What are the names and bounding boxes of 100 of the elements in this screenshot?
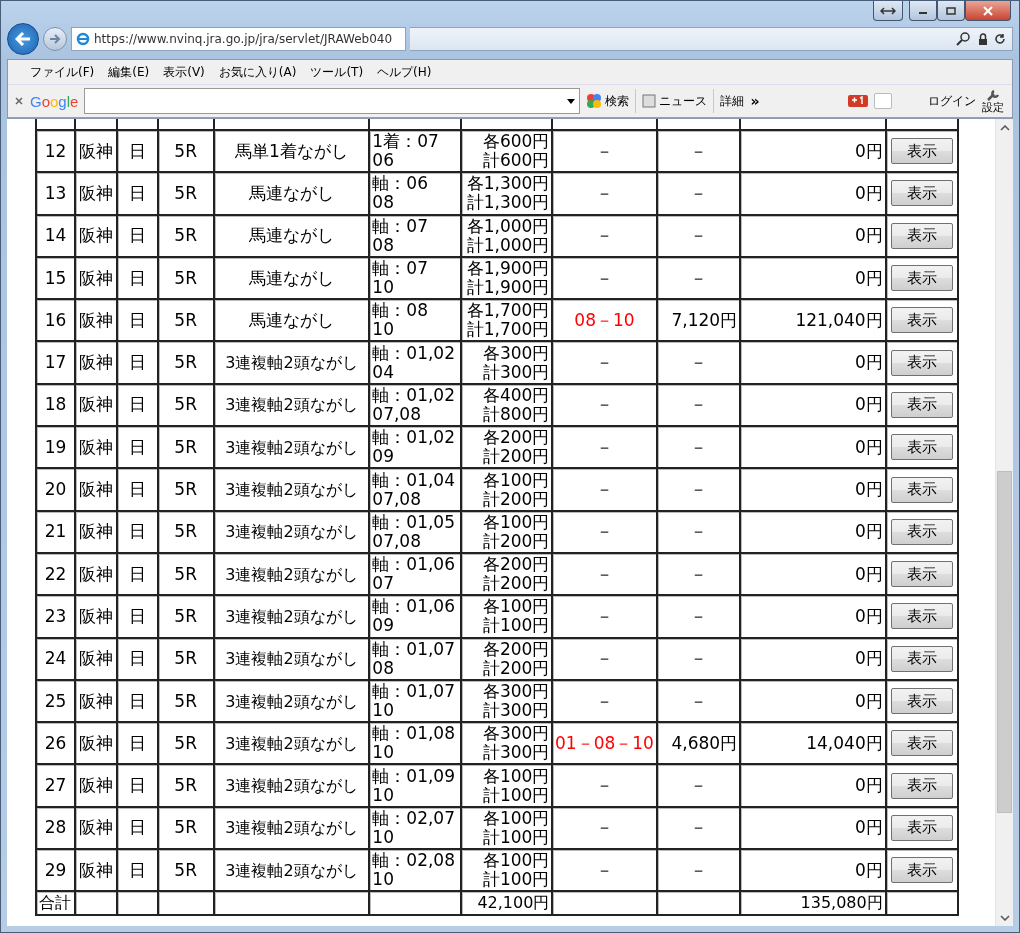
details-button[interactable]: 詳細	[720, 92, 745, 110]
lock-icon	[978, 33, 988, 45]
table-cell: 23	[37, 596, 77, 639]
table-cell: －	[657, 553, 742, 597]
scrollbar-thumb[interactable]	[997, 471, 1012, 813]
table-cell: 阪神	[76, 638, 118, 681]
table-cell: 各100円 計100円	[461, 596, 554, 639]
table-cell: 軸：01,02 04	[370, 342, 462, 385]
show-button[interactable]: 表示	[890, 434, 953, 461]
table-cell: 阪神	[76, 765, 118, 808]
show-button[interactable]: 表示	[890, 857, 953, 884]
show-button[interactable]: 表示	[890, 391, 953, 418]
google-logo: Google	[30, 92, 79, 110]
show-button[interactable]: 表示	[890, 603, 953, 630]
table-cell: 5R	[158, 173, 215, 216]
show-button[interactable]: 表示	[890, 307, 953, 334]
close-icon[interactable]	[14, 96, 24, 106]
table-cell: 0円	[741, 511, 887, 554]
table-cell: 各200円 計200円	[461, 553, 554, 597]
back-button[interactable]	[7, 23, 39, 55]
table-cell: 阪神	[76, 553, 118, 597]
address-field[interactable]: https://www.nvinq.jra.go.jp/jra/servlet/JRAWeb040	[71, 27, 406, 51]
table-cell: 3連複軸2頭ながし	[214, 638, 371, 681]
table-cell: 馬連ながし	[214, 215, 371, 258]
refresh-icon[interactable]	[994, 33, 1006, 45]
menu-item[interactable]: 編集(E)	[102, 61, 156, 83]
show-button[interactable]: 表示	[890, 138, 953, 165]
table-cell: 5R	[158, 342, 215, 385]
show-button[interactable]: 表示	[890, 180, 953, 207]
plus-one-icon	[851, 96, 865, 104]
table-cell: 135,080円	[741, 892, 887, 917]
table-cell: 0円	[741, 765, 887, 808]
table-cell: 0円	[741, 215, 887, 258]
minimize-button[interactable]	[909, 1, 937, 21]
table-cell: 軸：01,07 08	[370, 638, 462, 681]
table-cell: 26	[37, 723, 77, 766]
table-cell: 阪神	[76, 427, 118, 470]
table-cell: 阪神	[76, 469, 118, 512]
show-button[interactable]: 表示	[890, 730, 953, 757]
show-button[interactable]: 表示	[890, 265, 953, 292]
table-cell: 馬連ながし	[214, 173, 371, 216]
table-cell: 3連複軸2頭ながし	[214, 342, 371, 385]
table-cell: 合計	[37, 892, 77, 917]
table-cell: 軸：01,07 10	[370, 680, 462, 724]
plus-one-button[interactable]	[848, 95, 868, 107]
table-cell: 5R	[158, 723, 215, 766]
more-button[interactable]: »	[750, 93, 760, 109]
table-cell: 各100円 計100円	[461, 807, 554, 851]
table-cell: 1着：07 06	[370, 131, 462, 174]
maximize-button[interactable]	[937, 1, 965, 21]
double-arrow-icon	[880, 5, 896, 16]
table-cell: －	[553, 257, 658, 301]
table-cell: 3連複軸2頭ながし	[214, 384, 371, 428]
table-cell: 日	[117, 680, 159, 724]
table-cell: －	[657, 807, 742, 851]
table-cell: 0円	[741, 807, 887, 851]
table-cell: 阪神	[76, 131, 118, 174]
menu-item[interactable]: ヘルプ(H)	[371, 61, 438, 83]
table-cell: 日	[117, 342, 159, 385]
table-cell: 阪神	[76, 300, 118, 343]
table-cell: －	[553, 427, 658, 470]
show-button[interactable]: 表示	[890, 561, 953, 588]
table-cell: 5R	[158, 257, 215, 301]
forward-button[interactable]	[43, 27, 67, 51]
show-button[interactable]: 表示	[890, 772, 953, 799]
table-cell: －	[553, 553, 658, 597]
dropdown-caret-icon[interactable]	[567, 98, 576, 104]
table-cell: －	[553, 342, 658, 385]
menu-item[interactable]: お気に入り(A)	[212, 61, 303, 83]
close-button[interactable]	[965, 1, 1011, 21]
table-cell: －	[657, 596, 742, 639]
show-button[interactable]: 表示	[890, 814, 953, 841]
table-cell: 阪神	[76, 511, 118, 554]
table-cell: 3連複軸2頭ながし	[214, 511, 371, 554]
search-field[interactable]	[84, 88, 581, 114]
show-button[interactable]: 表示	[890, 349, 953, 376]
table-cell: 5R	[158, 469, 215, 512]
show-button[interactable]: 表示	[890, 518, 953, 545]
menu-item[interactable]: ツール(T)	[304, 61, 370, 83]
compatibility-button[interactable]	[873, 1, 903, 21]
table-cell: 各100円 計200円	[461, 469, 554, 512]
table-cell: 各1,900円 計1,900円	[461, 257, 554, 301]
show-button[interactable]: 表示	[890, 476, 953, 503]
table-cell: －	[657, 257, 742, 301]
login-button[interactable]: ログイン	[928, 92, 976, 110]
table-cell: 3連複軸2頭ながし	[214, 850, 371, 893]
table-cell: 12	[37, 131, 77, 174]
search-icon[interactable]	[956, 32, 972, 46]
table-cell: 各100円 計200円	[461, 511, 554, 554]
news-button[interactable]: ニュース	[642, 92, 708, 110]
table-cell: 5R	[158, 638, 215, 681]
show-button[interactable]: 表示	[890, 688, 953, 714]
table-cell: 3連複軸2頭ながし	[214, 427, 371, 470]
table-cell: 日	[117, 427, 159, 470]
show-button[interactable]: 表示	[890, 645, 953, 672]
menu-item[interactable]: 表示(V)	[157, 61, 211, 83]
settings-button[interactable]: 設定	[982, 88, 1012, 114]
show-button[interactable]: 表示	[890, 222, 953, 249]
search-button[interactable]: 検索	[586, 92, 630, 110]
menu-item[interactable]: ファイル(F)	[24, 61, 101, 83]
